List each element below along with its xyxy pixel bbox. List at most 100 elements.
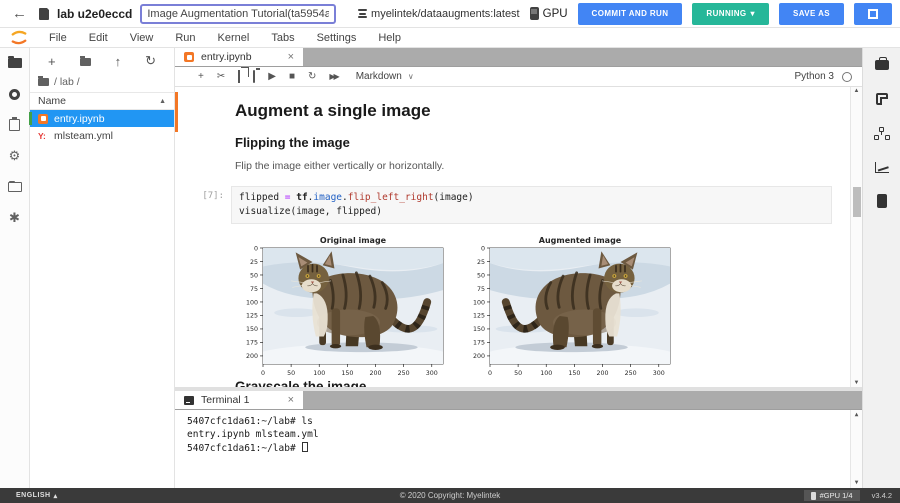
file-row-entry.ipynb[interactable]: entry.ipynb (30, 110, 174, 127)
menu-settings[interactable]: Settings (306, 32, 368, 44)
back-arrow-icon[interactable]: ← (8, 5, 31, 22)
kernel-name-label[interactable]: Python 3 (795, 71, 834, 82)
file-list-header[interactable]: Name ▲ (30, 92, 174, 110)
cell-output-figures: Original image 0501001502002503000255075… (235, 234, 848, 384)
menu-view[interactable]: View (119, 32, 165, 44)
save-as-button[interactable]: SAVE AS (779, 3, 844, 25)
menu-kernel[interactable]: Kernel (207, 32, 261, 44)
snapshot-icon[interactable] (874, 92, 890, 106)
scroll-up-icon[interactable]: ▲ (851, 88, 862, 94)
caret-down-icon: ▾ (751, 9, 755, 18)
yaml-file-icon: Y: (38, 131, 48, 141)
commands-icon[interactable]: ⚙ (7, 149, 23, 163)
svg-text:100: 100 (473, 299, 485, 306)
menu-edit[interactable]: Edit (78, 32, 119, 44)
menu-tabs[interactable]: Tabs (260, 32, 305, 44)
commit-and-run-button[interactable]: COMMIT AND RUN (578, 3, 683, 25)
svg-text:25: 25 (477, 258, 485, 265)
file-browser-icon[interactable] (7, 56, 23, 70)
notebook-content[interactable]: Augment a single image Flipping the imag… (175, 87, 862, 387)
svg-text:300: 300 (426, 370, 438, 377)
figure-original-image: Original image 0501001502002503000255075… (235, 234, 448, 384)
svg-text:25: 25 (250, 258, 258, 265)
breadcrumb[interactable]: / lab / (30, 74, 174, 92)
right-activity-bar (862, 48, 900, 488)
toolbox-icon[interactable] (874, 58, 890, 72)
notebook-scrollbar[interactable]: ▲ ▼ (850, 87, 862, 387)
file-name: mlsteam.yml (54, 130, 113, 142)
docker-image-label: myelintek/dataaugments:latest (358, 8, 520, 20)
svg-text:100: 100 (246, 299, 258, 306)
menu-help[interactable]: Help (367, 32, 412, 44)
open-tabs-icon[interactable] (7, 180, 23, 194)
new-folder-button[interactable] (80, 54, 91, 69)
notebook-toolbar: + ✂ ▶ ■ ↻ ▶▶ Markdown ∨ Python 3 (175, 67, 862, 87)
cell-prompt: [7]: (187, 186, 231, 224)
sort-ascending-icon: ▲ (159, 98, 166, 105)
refresh-button[interactable]: ↻ (145, 53, 156, 69)
close-icon[interactable]: × (288, 394, 294, 406)
markdown-heading2[interactable]: Flipping the image (235, 135, 848, 150)
svg-text:150: 150 (246, 326, 258, 333)
terminal-line: 5407cfc1da61:~/lab# ls (187, 416, 844, 429)
cut-cell-button[interactable]: ✂ (217, 72, 225, 82)
svg-text:175: 175 (473, 339, 485, 346)
svg-text:100: 100 (540, 370, 552, 377)
svg-text:0: 0 (488, 370, 492, 377)
cell-type-dropdown[interactable]: Markdown ∨ (351, 69, 419, 84)
stop-kernel-button[interactable]: ■ (289, 72, 295, 82)
new-launcher-button[interactable]: + (48, 54, 56, 69)
code-cell[interactable]: [7]: flipped = tf.image.flip_left_right(… (187, 186, 848, 224)
file-row-mlsteam.yml[interactable]: Y: mlsteam.yml (30, 127, 174, 144)
fullscreen-button[interactable] (854, 3, 892, 25)
lab-title-input[interactable] (140, 4, 336, 24)
terminal-panel: Terminal 1 × 5407cfc1da61:~/lab# lsentry… (175, 391, 862, 488)
tab-entry-ipynb[interactable]: entry.ipynb × (175, 48, 303, 66)
pipeline-icon[interactable] (874, 126, 890, 140)
notebook-file-icon (38, 114, 48, 124)
file-name: entry.ipynb (54, 113, 105, 125)
gpu-monitor-icon[interactable] (874, 194, 890, 208)
paste-cell-button[interactable] (253, 72, 255, 82)
code-editor[interactable]: flipped = tf.image.flip_left_right(image… (231, 186, 832, 224)
svg-text:200: 200 (369, 370, 381, 377)
home-folder-icon (38, 78, 49, 86)
caret-up-icon: ▴ (54, 492, 58, 500)
restart-kernel-button[interactable]: ↻ (308, 72, 316, 82)
layers-icon (358, 9, 367, 18)
terminal-scrollbar[interactable]: ▲ ▼ (850, 410, 862, 488)
menu-file[interactable]: File (38, 32, 78, 44)
left-activity-bar: ⚙ ✱ (0, 48, 30, 488)
svg-text:Augmented image: Augmented image (539, 236, 622, 245)
markdown-paragraph[interactable]: Flip the image either vertically or hori… (235, 160, 848, 172)
metrics-chart-icon[interactable] (874, 160, 890, 174)
scroll-down-icon[interactable]: ▼ (851, 479, 862, 487)
svg-text:150: 150 (341, 370, 353, 377)
gpu-chip-icon (530, 7, 539, 20)
copy-cell-button[interactable] (238, 72, 240, 82)
running-dropdown-button[interactable]: RUNNING▾ (692, 3, 769, 25)
markdown-heading-grayscale[interactable]: Grayscale the image (235, 379, 366, 387)
gpu-count-badge[interactable]: #GPU 1/4 (804, 490, 860, 501)
running-kernels-icon[interactable] (7, 87, 23, 101)
top-app-bar: ← lab u2e0eccd myelintek/dataaugments:la… (0, 0, 900, 28)
menu-run[interactable]: Run (164, 32, 206, 44)
language-selector[interactable]: ENGLISH ▴ (16, 492, 58, 500)
markdown-heading1[interactable]: Augment a single image (235, 101, 848, 121)
upload-button[interactable]: ↑ (115, 54, 122, 69)
close-icon[interactable]: × (288, 51, 294, 63)
scroll-down-icon[interactable]: ▼ (851, 380, 862, 386)
scrollbar-thumb[interactable] (853, 187, 861, 217)
restart-run-all-button[interactable]: ▶▶ (329, 73, 337, 81)
tab-terminal-1[interactable]: Terminal 1 × (175, 391, 303, 409)
svg-text:50: 50 (287, 370, 295, 377)
run-cell-button[interactable]: ▶ (268, 72, 276, 82)
property-inspector-icon[interactable] (7, 118, 23, 132)
add-cell-button[interactable]: + (198, 72, 204, 82)
terminal-line: entry.ipynb mlsteam.yml (187, 429, 844, 442)
file-browser-panel: + ↑ ↻ / lab / Name ▲ entry.ipynb Y: mlstea… (30, 48, 175, 488)
extension-manager-icon[interactable]: ✱ (7, 211, 23, 225)
scroll-up-icon[interactable]: ▲ (851, 411, 862, 419)
terminal-output[interactable]: 5407cfc1da61:~/lab# lsentry.ipynb mlstea… (175, 410, 862, 488)
svg-text:50: 50 (514, 370, 522, 377)
